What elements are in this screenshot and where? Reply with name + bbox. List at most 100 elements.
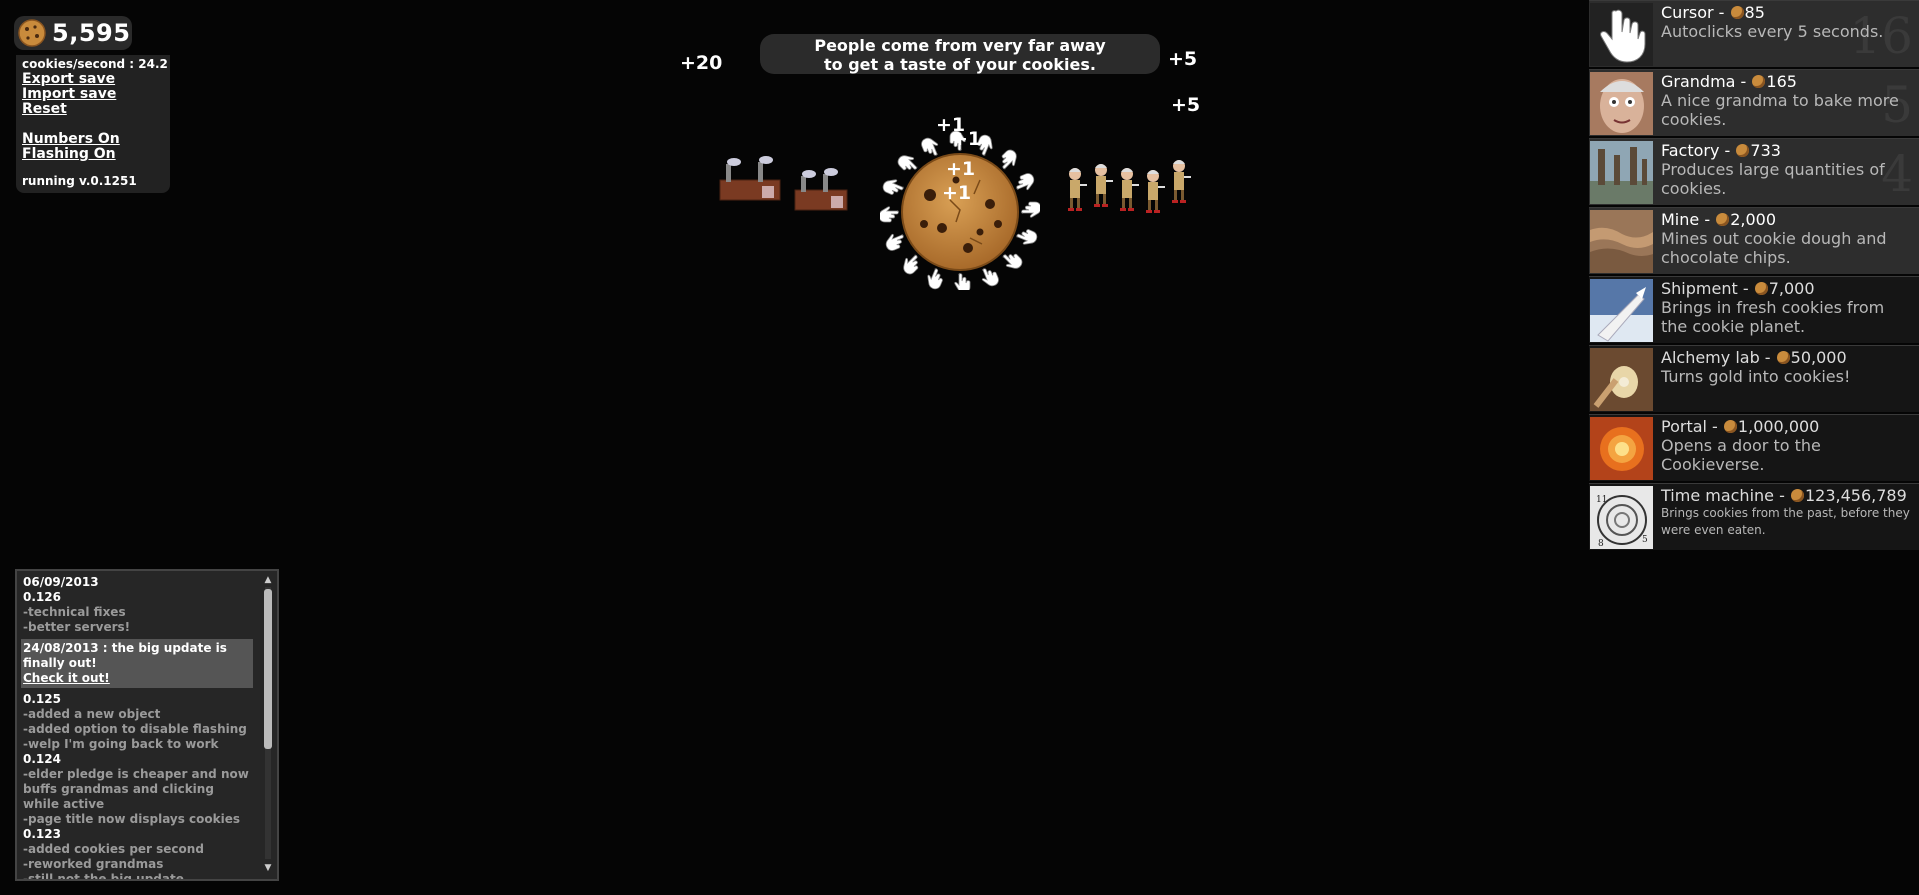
store-item-description: Turns gold into cookies!	[1661, 367, 1851, 386]
cookie-icon	[1754, 282, 1768, 295]
update-log[interactable]: 06/09/2013 0.126 -technical fixes -better s…	[15, 569, 279, 881]
cookie-icon	[1723, 420, 1737, 433]
svg-text:5: 5	[1642, 535, 1648, 545]
log-version: 0.125	[23, 692, 61, 706]
store-item-cursor[interactable]: 16 Cursor - 85 Autoclicks every 5 seconds.	[1589, 0, 1919, 67]
store-item-text: Time machine - 123,456,789 Brings cookies…	[1661, 486, 1915, 539]
factory-icon	[1590, 141, 1653, 204]
mine-icon	[1590, 210, 1653, 273]
store-item-name: Grandma -	[1661, 72, 1752, 91]
floating-number: +20	[680, 52, 723, 74]
floating-number: +5	[1171, 94, 1201, 116]
store-panel: 16 Cursor - 85 Autoclicks every 5 seconds.…	[1589, 0, 1919, 552]
store-item-price: 123,456,789	[1804, 486, 1907, 505]
store-item-grandma[interactable]: 5 Grandma - 165 A nice grandma to bake mor…	[1589, 69, 1919, 136]
alchemy-lab-icon	[1590, 348, 1653, 411]
store-item-price: 50,000	[1790, 348, 1847, 367]
grandma-sprite-icon	[1172, 160, 1191, 203]
floating-number: +5	[1168, 48, 1198, 70]
scroll-thumb[interactable]	[264, 589, 272, 749]
store-item-name: Factory -	[1661, 141, 1736, 160]
store-item-description: Brings in fresh cookies from the cookie …	[1661, 298, 1885, 336]
store-item-text: Shipment - 7,000 Brings in fresh cookies …	[1661, 279, 1915, 336]
store-item-price: 2,000	[1730, 210, 1776, 229]
store-item-name: Cursor -	[1661, 3, 1730, 22]
cursor-hand-icon	[1001, 149, 1017, 170]
log-line: -welp I'm going back to work	[23, 737, 219, 751]
store-item-description: Opens a door to the Cookieverse.	[1661, 436, 1821, 474]
shipment-icon	[1590, 279, 1653, 342]
cursor-hand-icon	[882, 179, 904, 195]
floating-number: +1	[946, 158, 976, 180]
store-item-price: 85	[1744, 3, 1765, 22]
log-line: -added option to disable flashing	[23, 722, 247, 736]
store-item-mine[interactable]: Mine - 2,000 Mines out cookie dough and c…	[1589, 207, 1919, 274]
log-line: -added a new object	[23, 707, 161, 721]
cursor-icon	[1590, 3, 1653, 66]
big-update-notice: 24/08/2013 : the big update is finally o…	[21, 639, 253, 688]
store-item-name: Alchemy lab -	[1661, 348, 1776, 367]
log-line: -still not the big update	[23, 872, 184, 881]
store-item-alchemy-lab[interactable]: Alchemy lab - 50,000 Turns gold into cook…	[1589, 345, 1919, 412]
log-line: -technical fixes	[23, 605, 126, 619]
cookie-icon	[1736, 144, 1750, 157]
store-item-text: Cursor - 85 Autoclicks every 5 seconds.	[1661, 3, 1915, 41]
log-line: -page title now displays cookies	[23, 812, 241, 826]
cursor-hand-icon	[903, 254, 919, 275]
cookie-icon	[1790, 489, 1804, 502]
time-machine-icon: 11 8 5	[1590, 486, 1653, 549]
store-item-name: Time machine -	[1661, 486, 1790, 505]
floating-number: +1	[952, 128, 982, 150]
cookie-icon	[1730, 6, 1744, 19]
log-version: 0.123	[23, 827, 61, 841]
store-item-description: Autoclicks every 5 seconds.	[1661, 22, 1884, 41]
store-item-time-machine[interactable]: 11 8 5 Time machine - 123,456,789 Brings coo…	[1589, 483, 1919, 550]
store-item-description: Produces large quantities of cookies.	[1661, 160, 1885, 198]
store-item-description: Mines out cookie dough and chocolate chi…	[1661, 229, 1887, 267]
store-item-text: Factory - 733 Produces large quantities o…	[1661, 141, 1915, 198]
big-update-text: 24/08/2013 : the big update is finally o…	[23, 641, 227, 670]
store-item-text: Alchemy lab - 50,000 Turns gold into cook…	[1661, 348, 1915, 386]
cursor-hand-icon	[1016, 229, 1038, 245]
cookie-count: 5,595	[52, 19, 131, 47]
cookie-icon	[1716, 213, 1730, 226]
log-scrollbar[interactable]: ▲ ▼	[263, 573, 273, 873]
ticker-line-1: People come from very far away	[814, 36, 1106, 55]
scroll-down-icon[interactable]: ▼	[263, 861, 273, 876]
store-item-factory[interactable]: 4 Factory - 733 Produces large quantities …	[1589, 138, 1919, 205]
cursor-hand-icon	[927, 268, 943, 290]
store-item-portal[interactable]: Portal - 1,000,000 Opens a door to the Co…	[1589, 414, 1919, 481]
numbers-toggle-link[interactable]: Numbers On	[22, 132, 170, 147]
log-line: -better servers!	[23, 620, 131, 634]
store-item-name: Portal -	[1661, 417, 1723, 436]
export-save-link[interactable]: Export save	[22, 72, 170, 87]
check-it-out-link[interactable]: Check it out!	[23, 671, 251, 686]
grandma-sprite-icon	[1068, 168, 1087, 211]
cursor-hand-icon	[981, 268, 999, 287]
cursor-hand-icon	[1002, 253, 1023, 269]
grandma-sprite-icon	[1120, 168, 1139, 211]
store-item-shipment[interactable]: Shipment - 7,000 Brings in fresh cookies …	[1589, 276, 1919, 343]
big-cookie-area[interactable]: +1 +1 +1 +1	[880, 114, 1040, 290]
cookie-icon	[1752, 75, 1766, 88]
portal-icon	[1590, 417, 1653, 480]
reset-link[interactable]: Reset	[22, 102, 170, 117]
cookies-per-second: cookies/second : 24.2	[22, 57, 168, 71]
cursor-hand-icon	[954, 273, 971, 290]
grandma-sprite-icon	[1146, 170, 1165, 213]
store-item-price: 1,000,000	[1737, 417, 1820, 436]
store-item-name: Shipment -	[1661, 279, 1754, 298]
version-label: running v.0.1251	[22, 174, 137, 188]
flashing-toggle-link[interactable]: Flashing On	[22, 147, 170, 162]
cookie-icon	[1776, 351, 1790, 364]
floating-number: +1	[942, 182, 972, 204]
factory-building-icons	[719, 156, 848, 211]
grandma-building-icons	[1068, 160, 1191, 213]
scroll-up-icon[interactable]: ▲	[263, 573, 273, 588]
news-ticker: People come from very far away to get a …	[760, 34, 1160, 74]
log-line: -added cookies per second	[23, 842, 204, 856]
store-item-name: Mine -	[1661, 210, 1716, 229]
import-save-link[interactable]: Import save	[22, 87, 170, 102]
log-version: 0.124	[23, 752, 61, 766]
grandma-sprite-icon	[1094, 164, 1113, 207]
